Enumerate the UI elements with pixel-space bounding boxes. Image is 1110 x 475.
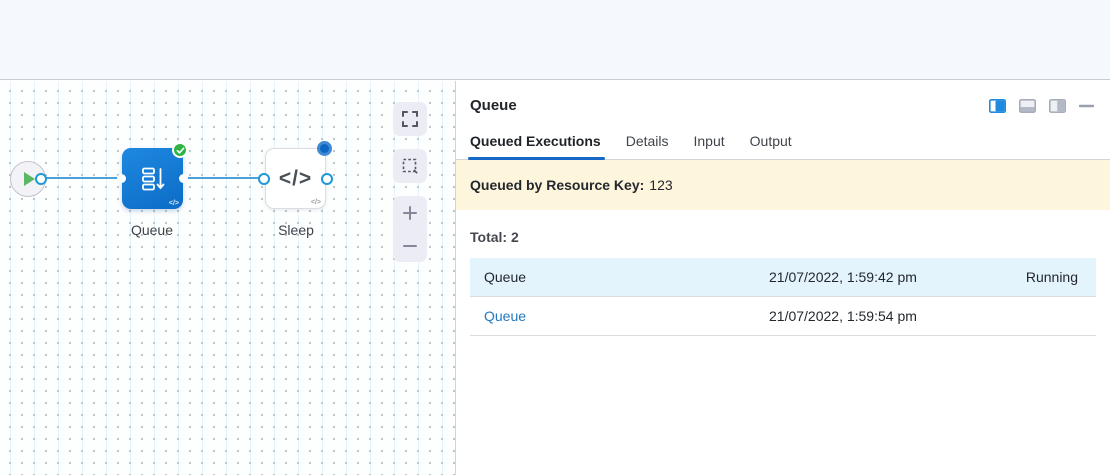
panel-tabs: Queued Executions Details Input Output bbox=[456, 126, 1110, 160]
queue-output-connector[interactable] bbox=[179, 174, 188, 183]
layout-split-view-button[interactable] bbox=[989, 99, 1006, 113]
code-node-icon: </> bbox=[279, 167, 312, 191]
panel-header: Queue bbox=[456, 81, 1110, 126]
tab-details[interactable]: Details bbox=[626, 133, 669, 159]
layout-right-panel-icon bbox=[1049, 99, 1066, 113]
execution-time: 21/07/2022, 1:59:42 pm bbox=[769, 269, 956, 285]
sleep-output-connector[interactable] bbox=[321, 173, 333, 185]
sleep-input-connector[interactable] bbox=[258, 173, 270, 185]
queued-by-resource-key-banner: Queued by Resource Key: 123 bbox=[456, 160, 1110, 210]
top-header-strip bbox=[0, 0, 1110, 80]
node-details-panel: Queue bbox=[455, 81, 1110, 475]
total-count-label: Total: 2 bbox=[470, 229, 1096, 245]
execution-time: 21/07/2022, 1:59:54 pm bbox=[769, 308, 956, 324]
layout-right-panel-button[interactable] bbox=[1049, 99, 1066, 113]
layout-bottom-panel-icon bbox=[1019, 99, 1036, 113]
start-output-connector[interactable] bbox=[35, 173, 47, 185]
minus-icon bbox=[401, 237, 419, 255]
node-sleep[interactable]: </> </> bbox=[265, 148, 326, 209]
panel-header-icons bbox=[989, 99, 1094, 113]
play-icon bbox=[24, 172, 35, 186]
minimize-icon bbox=[1079, 104, 1094, 108]
code-badge-icon: </> bbox=[311, 199, 321, 206]
tab-input[interactable]: Input bbox=[694, 133, 725, 159]
zoom-in-button[interactable] bbox=[393, 196, 427, 229]
execution-row[interactable]: Queue 21/07/2022, 1:59:54 pm bbox=[470, 297, 1096, 336]
canvas-toolbar bbox=[393, 102, 427, 262]
execution-row[interactable]: Queue 21/07/2022, 1:59:42 pm Running bbox=[470, 258, 1096, 297]
success-badge-icon bbox=[172, 142, 188, 158]
banner-value: 123 bbox=[649, 177, 672, 193]
edge-start-to-queue bbox=[44, 177, 124, 179]
node-queue[interactable]: </> bbox=[122, 148, 183, 209]
execution-name: Queue bbox=[470, 269, 769, 285]
node-label-sleep: Sleep bbox=[246, 222, 346, 238]
tab-output[interactable]: Output bbox=[750, 133, 792, 159]
execution-name-link[interactable]: Queue bbox=[470, 308, 769, 324]
fit-view-button[interactable] bbox=[393, 102, 427, 136]
banner-label: Queued by Resource Key: bbox=[470, 177, 644, 193]
fit-view-icon bbox=[401, 110, 419, 128]
main-split: </> Queue </> </> Sleep bbox=[0, 81, 1110, 475]
queue-icon bbox=[139, 165, 167, 193]
plus-icon bbox=[401, 204, 419, 222]
layout-bottom-panel-button[interactable] bbox=[1019, 99, 1036, 113]
waiting-badge-icon bbox=[317, 141, 332, 156]
tab-queued-executions[interactable]: Queued Executions bbox=[470, 133, 601, 159]
execution-status: Running bbox=[956, 269, 1096, 285]
zoom-out-button[interactable] bbox=[393, 229, 427, 262]
select-area-icon bbox=[401, 157, 419, 175]
workflow-canvas[interactable]: </> Queue </> </> Sleep bbox=[0, 81, 455, 475]
node-label-queue: Queue bbox=[102, 222, 202, 238]
minimize-panel-button[interactable] bbox=[1079, 104, 1094, 108]
zoom-control bbox=[393, 196, 427, 262]
queue-input-connector[interactable] bbox=[117, 174, 126, 183]
code-badge-icon: </> bbox=[169, 200, 179, 207]
select-area-button[interactable] bbox=[393, 149, 427, 183]
panel-title: Queue bbox=[470, 97, 517, 114]
edge-queue-to-sleep bbox=[185, 177, 265, 179]
layout-split-view-icon bbox=[989, 99, 1006, 113]
executions-table: Queue 21/07/2022, 1:59:42 pm Running Que… bbox=[470, 258, 1096, 336]
app-root: </> Queue </> </> Sleep bbox=[0, 0, 1110, 475]
